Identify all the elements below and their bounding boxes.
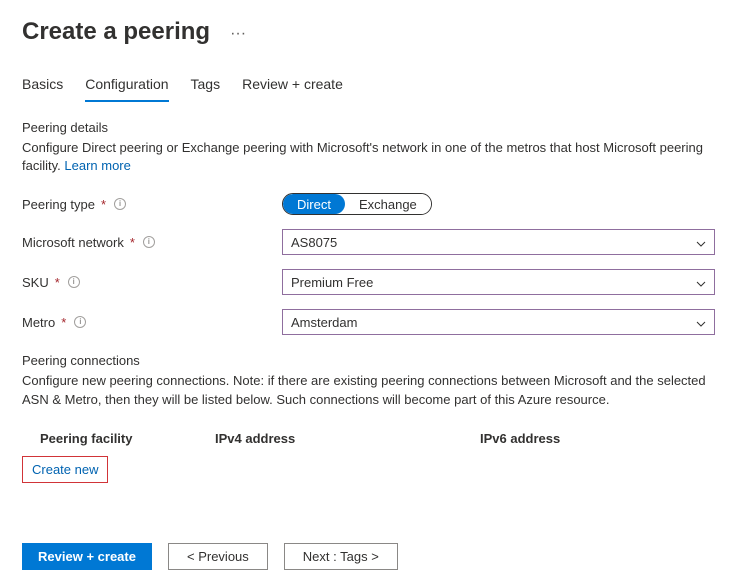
row-sku: SKU * i Premium Free [22, 269, 715, 295]
info-icon[interactable]: i [74, 316, 86, 328]
label-sku: SKU [22, 275, 49, 290]
col-header-facility: Peering facility [40, 431, 215, 446]
chevron-down-icon [696, 317, 706, 327]
row-microsoft-network: Microsoft network * i AS8075 [22, 229, 715, 255]
tab-tags[interactable]: Tags [191, 70, 221, 102]
dropdown-metro[interactable]: Amsterdam [282, 309, 715, 335]
footer-buttons: Review + create < Previous Next : Tags > [22, 543, 715, 570]
dropdown-value-sku: Premium Free [291, 275, 373, 290]
col-header-ipv6: IPv6 address [480, 431, 715, 446]
required-marker: * [130, 235, 135, 250]
info-icon[interactable]: i [143, 236, 155, 248]
tab-review-create[interactable]: Review + create [242, 70, 343, 102]
required-marker: * [101, 197, 106, 212]
label-peering-type: Peering type [22, 197, 95, 212]
more-actions-button[interactable]: ··· [226, 21, 250, 47]
required-marker: * [61, 315, 66, 330]
connections-table-header: Peering facility IPv4 address IPv6 addre… [22, 423, 715, 454]
label-microsoft-network: Microsoft network [22, 235, 124, 250]
create-new-highlight: Create new [22, 456, 108, 483]
dropdown-microsoft-network[interactable]: AS8075 [282, 229, 715, 255]
chevron-down-icon [696, 277, 706, 287]
dropdown-value-metro: Amsterdam [291, 315, 357, 330]
ellipsis-icon: ··· [230, 25, 246, 42]
peering-type-toggle[interactable]: Direct Exchange [282, 193, 432, 215]
dropdown-value-microsoft-network: AS8075 [291, 235, 337, 250]
dropdown-sku[interactable]: Premium Free [282, 269, 715, 295]
peering-details-description: Configure Direct peering or Exchange pee… [22, 139, 715, 175]
tab-basics[interactable]: Basics [22, 70, 63, 102]
peering-details-section: Peering details Configure Direct peering… [22, 120, 715, 175]
required-marker: * [55, 275, 60, 290]
tab-configuration[interactable]: Configuration [85, 70, 168, 102]
create-new-link[interactable]: Create new [32, 462, 98, 477]
info-icon[interactable]: i [114, 198, 126, 210]
label-metro: Metro [22, 315, 55, 330]
row-peering-type: Peering type * i Direct Exchange [22, 193, 715, 215]
learn-more-link[interactable]: Learn more [64, 158, 130, 173]
peering-connections-section: Peering connections Configure new peerin… [22, 353, 715, 482]
pill-direct[interactable]: Direct [283, 194, 345, 214]
col-header-ipv4: IPv4 address [215, 431, 480, 446]
page-title: Create a peering [22, 18, 210, 46]
previous-button[interactable]: < Previous [168, 543, 268, 570]
chevron-down-icon [696, 237, 706, 247]
review-create-button[interactable]: Review + create [22, 543, 152, 570]
tab-bar: Basics Configuration Tags Review + creat… [22, 70, 715, 102]
next-button[interactable]: Next : Tags > [284, 543, 398, 570]
peering-connections-heading: Peering connections [22, 353, 715, 368]
row-metro: Metro * i Amsterdam [22, 309, 715, 335]
pill-exchange[interactable]: Exchange [345, 194, 431, 214]
peering-details-heading: Peering details [22, 120, 715, 135]
peering-connections-description: Configure new peering connections. Note:… [22, 372, 715, 408]
info-icon[interactable]: i [68, 276, 80, 288]
